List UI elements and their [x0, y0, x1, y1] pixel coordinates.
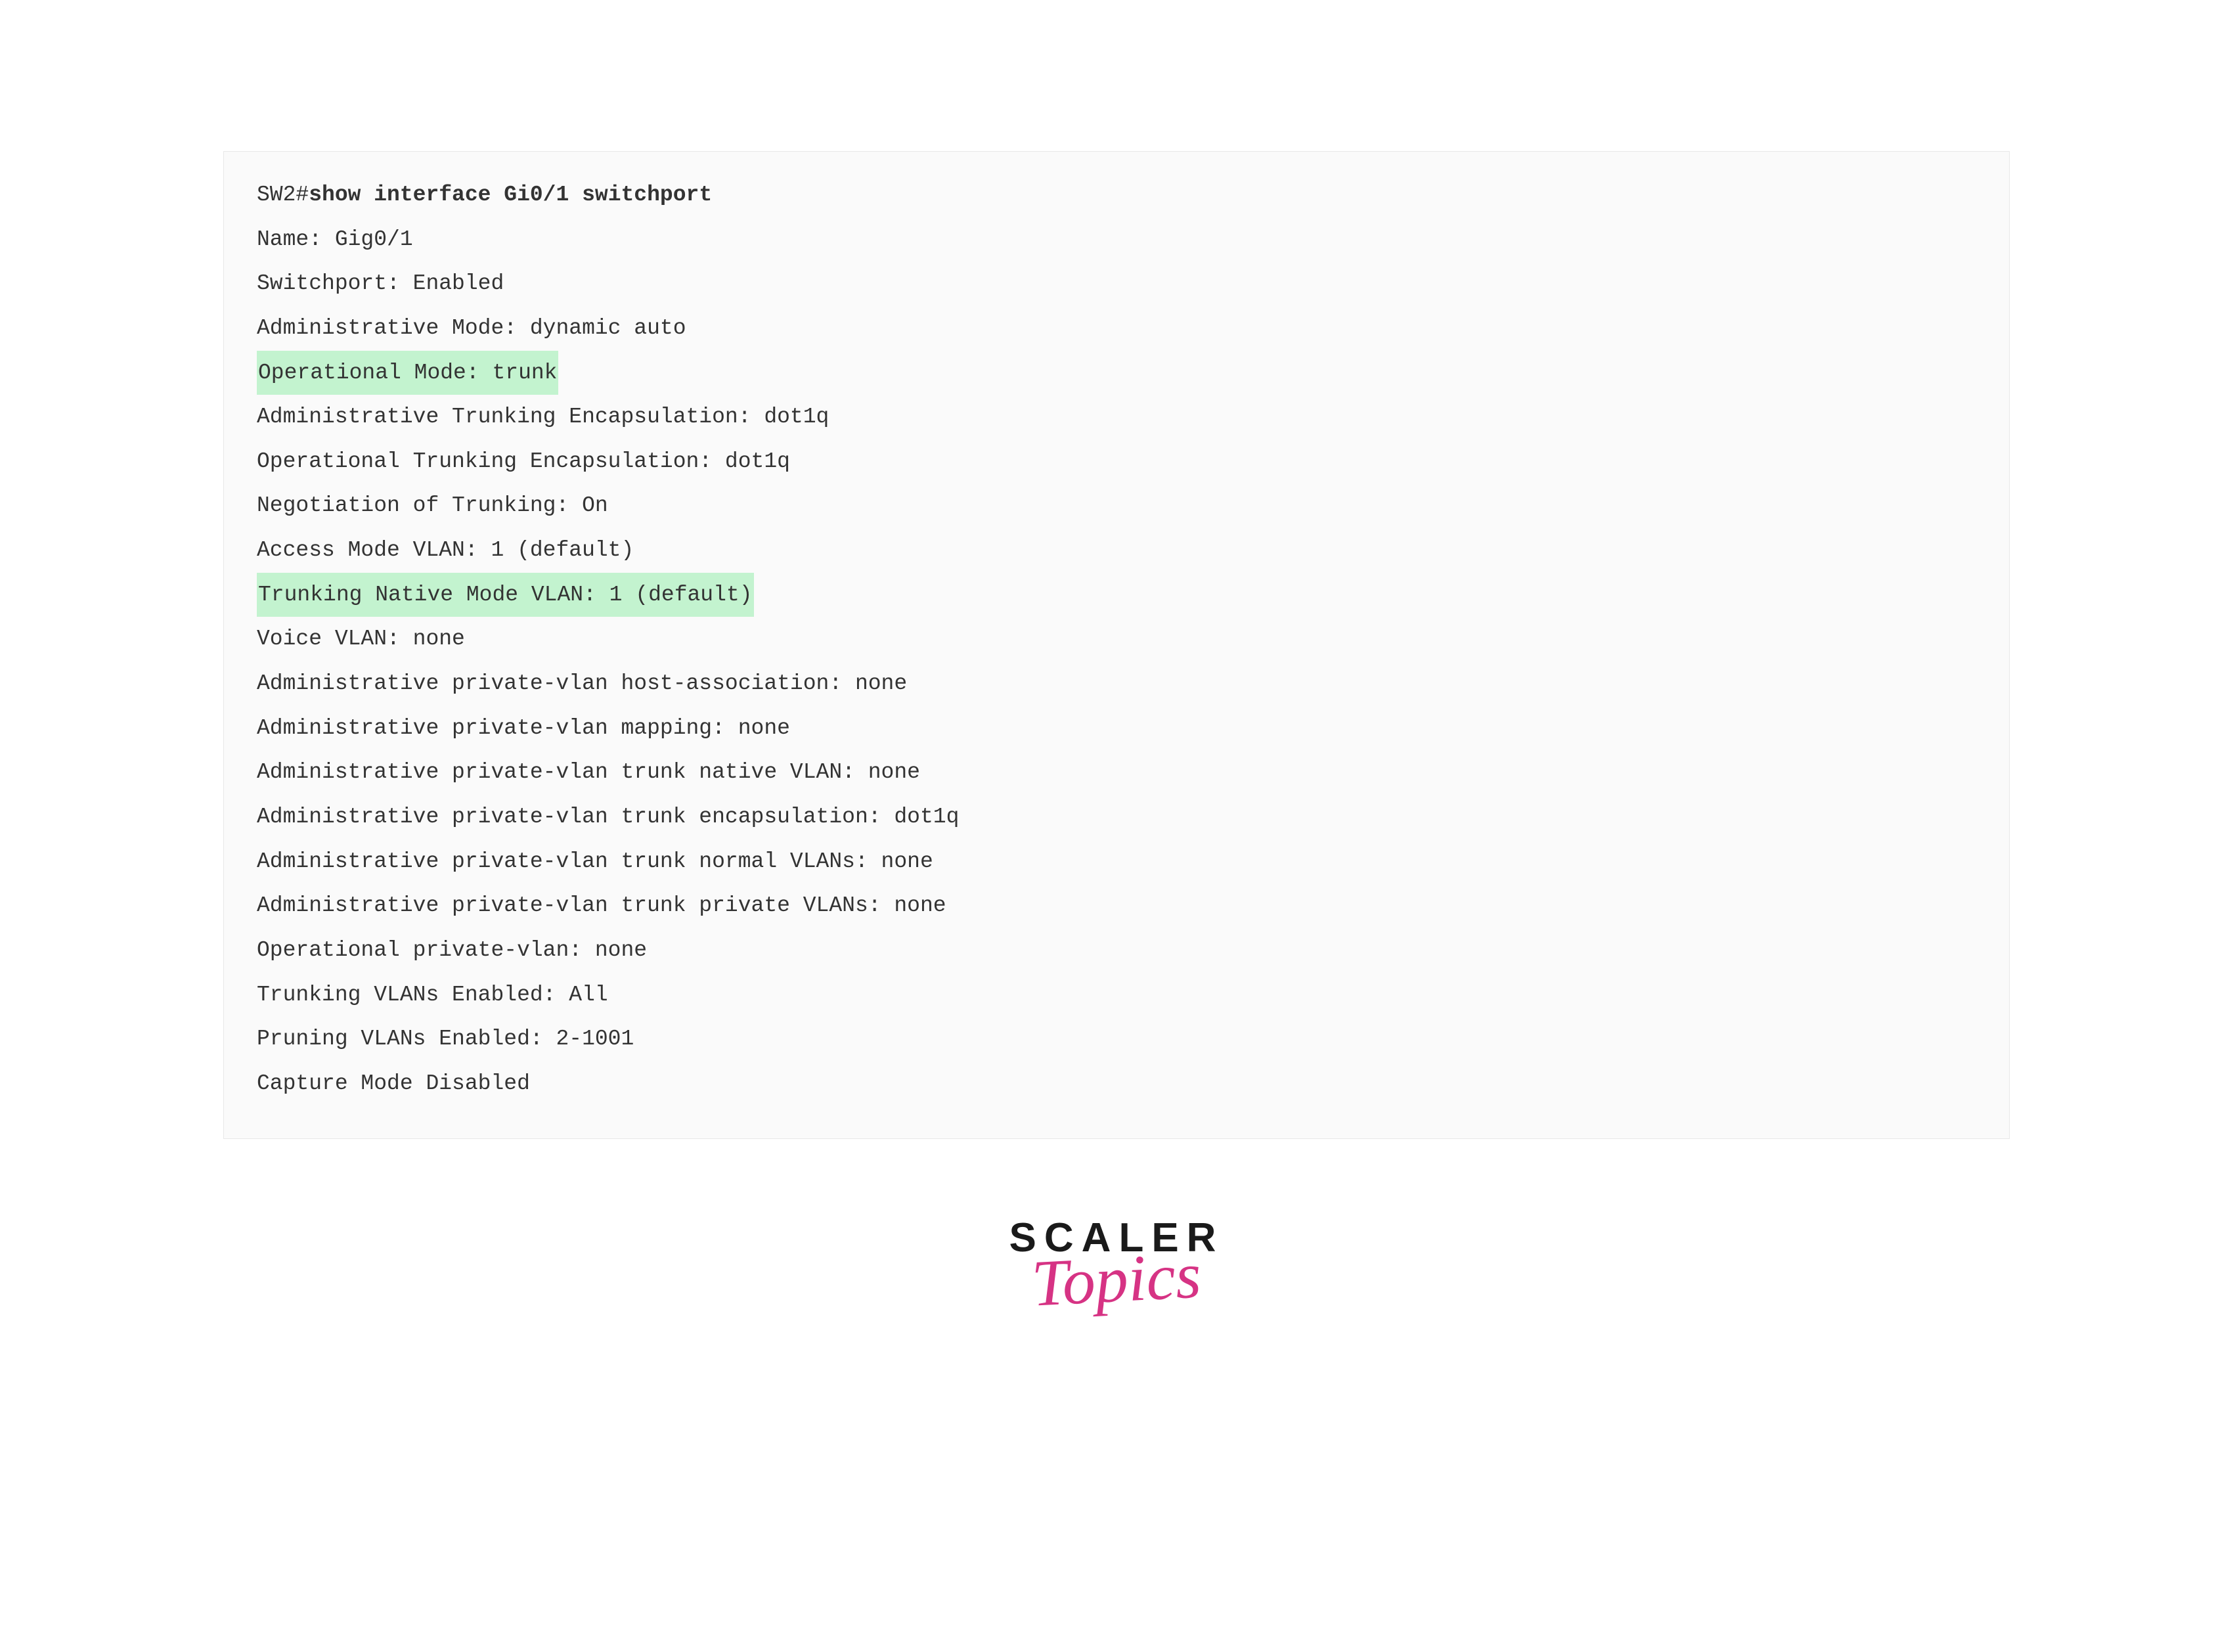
- terminal-output-box: SW2#show interface Gi0/1 switchport Name…: [223, 151, 2010, 1139]
- logo-container: SCALER Topics: [223, 1218, 2010, 1306]
- terminal-line: Pruning VLANs Enabled: 2-1001: [257, 1017, 1976, 1061]
- terminal-line: Administrative private-vlan trunk encaps…: [257, 795, 1976, 839]
- terminal-line: Trunking VLANs Enabled: All: [257, 973, 1976, 1017]
- terminal-line: Operational private-vlan: none: [257, 928, 1976, 973]
- highlighted-text: Trunking Native Mode VLAN: 1 (default): [257, 573, 754, 617]
- terminal-line: Administrative private-vlan host-associa…: [257, 661, 1976, 706]
- terminal-line: Administrative Mode: dynamic auto: [257, 306, 1976, 351]
- terminal-output-lines: Name: Gig0/1Switchport: EnabledAdministr…: [257, 217, 1976, 1106]
- logo-topics-text: Topics: [1030, 1249, 1202, 1310]
- command-text: show interface Gi0/1 switchport: [309, 183, 712, 207]
- terminal-line: Trunking Native Mode VLAN: 1 (default): [257, 573, 1976, 617]
- highlighted-text: Operational Mode: trunk: [257, 351, 558, 395]
- terminal-line: Name: Gig0/1: [257, 217, 1976, 262]
- terminal-line: Administrative private-vlan trunk native…: [257, 750, 1976, 795]
- terminal-line: Capture Mode Disabled: [257, 1061, 1976, 1106]
- terminal-line: Switchport: Enabled: [257, 261, 1976, 306]
- terminal-line: Administrative private-vlan trunk privat…: [257, 883, 1976, 928]
- terminal-line: Administrative private-vlan trunk normal…: [257, 839, 1976, 884]
- terminal-line: Operational Trunking Encapsulation: dot1…: [257, 439, 1976, 484]
- terminal-line: Negotiation of Trunking: On: [257, 483, 1976, 528]
- terminal-line: Administrative private-vlan mapping: non…: [257, 706, 1976, 751]
- scaler-topics-logo: SCALER Topics: [1009, 1218, 1224, 1306]
- terminal-line: Voice VLAN: none: [257, 617, 1976, 661]
- terminal-line: Operational Mode: trunk: [257, 351, 1976, 395]
- terminal-line: Administrative Trunking Encapsulation: d…: [257, 395, 1976, 439]
- terminal-line: Access Mode VLAN: 1 (default): [257, 528, 1976, 573]
- prompt-text: SW2#: [257, 183, 309, 207]
- command-prompt-line: SW2#show interface Gi0/1 switchport: [257, 173, 1976, 217]
